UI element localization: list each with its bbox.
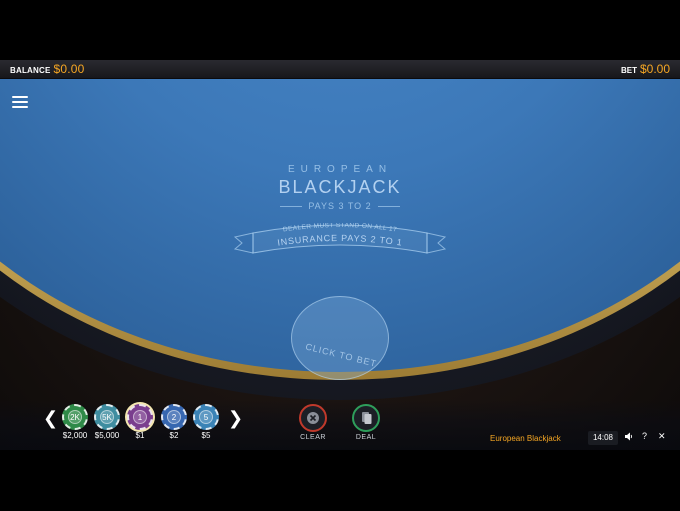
chip-face: 2: [167, 410, 181, 424]
table-title-blackjack: BLACKJACK: [278, 177, 402, 197]
bet-display: BET $0.00: [621, 62, 670, 76]
hamburger-menu-icon[interactable]: [12, 96, 28, 110]
chip-token: 2K: [62, 404, 88, 430]
chip-label: $1: [135, 431, 145, 440]
question-icon[interactable]: ?: [642, 431, 647, 441]
balance-value: $0.00: [53, 62, 85, 76]
insurance-ribbon: DEALER MUST STAND ON ALL 17 INSURANCE PA…: [233, 223, 447, 254]
close-icon[interactable]: ✕: [658, 431, 666, 442]
top-bar: BALANCE $0.00 BET $0.00: [0, 60, 680, 79]
deal-button[interactable]: DEAL: [349, 404, 383, 441]
chip-label: $2,000: [62, 431, 88, 440]
chevron-left-icon[interactable]: ❮: [43, 408, 58, 428]
chip-label: $5: [201, 431, 211, 440]
chip-label: $2: [169, 431, 179, 440]
balance-label: BALANCE: [10, 66, 51, 75]
game-name: European Blackjack: [490, 434, 561, 443]
chip-2000[interactable]: 2K $2,000: [60, 404, 90, 440]
clock: 14:08: [588, 431, 618, 445]
bet-label: BET: [620, 66, 637, 75]
chip-token: 5K: [94, 404, 120, 430]
table-markings: EUROPEAN BLACKJACK PAYS 3 TO 2 DEALER MU…: [0, 60, 680, 450]
status-bar: European Blackjack 14:08 ? ✕: [490, 428, 680, 450]
chip-token: 2: [161, 404, 187, 430]
chip-5000[interactable]: 5K $5,000: [92, 404, 122, 440]
chip-label: $5,000: [94, 431, 120, 440]
chevron-right-icon[interactable]: ❯: [228, 408, 243, 428]
game-stage: EUROPEAN BLACKJACK PAYS 3 TO 2 DEALER MU…: [0, 60, 680, 450]
chip-face: 1: [133, 410, 147, 424]
payout-text: PAYS 3 TO 2: [0, 201, 680, 211]
deal-label: DEAL: [355, 434, 377, 441]
clear-icon: [299, 404, 327, 432]
clear-label: CLEAR: [300, 434, 326, 441]
bet-value: $0.00: [639, 62, 670, 76]
chip-token: 5: [193, 404, 219, 430]
speaker-icon[interactable]: [624, 432, 634, 443]
chip-face: 5: [199, 410, 213, 424]
chip-face: 2K: [68, 410, 82, 424]
balance-display: BALANCE $0.00: [10, 62, 85, 76]
chip-1-selected[interactable]: 1 $1: [125, 404, 155, 440]
cards-icon: [352, 404, 380, 432]
clear-button[interactable]: CLEAR: [296, 404, 330, 441]
chip-face: 5K: [100, 410, 114, 424]
chip-5[interactable]: 5 $5: [191, 404, 221, 440]
table-title-european: EUROPEAN: [287, 164, 393, 175]
chip-2[interactable]: 2 $2: [159, 404, 189, 440]
chip-token: 1: [127, 404, 153, 430]
